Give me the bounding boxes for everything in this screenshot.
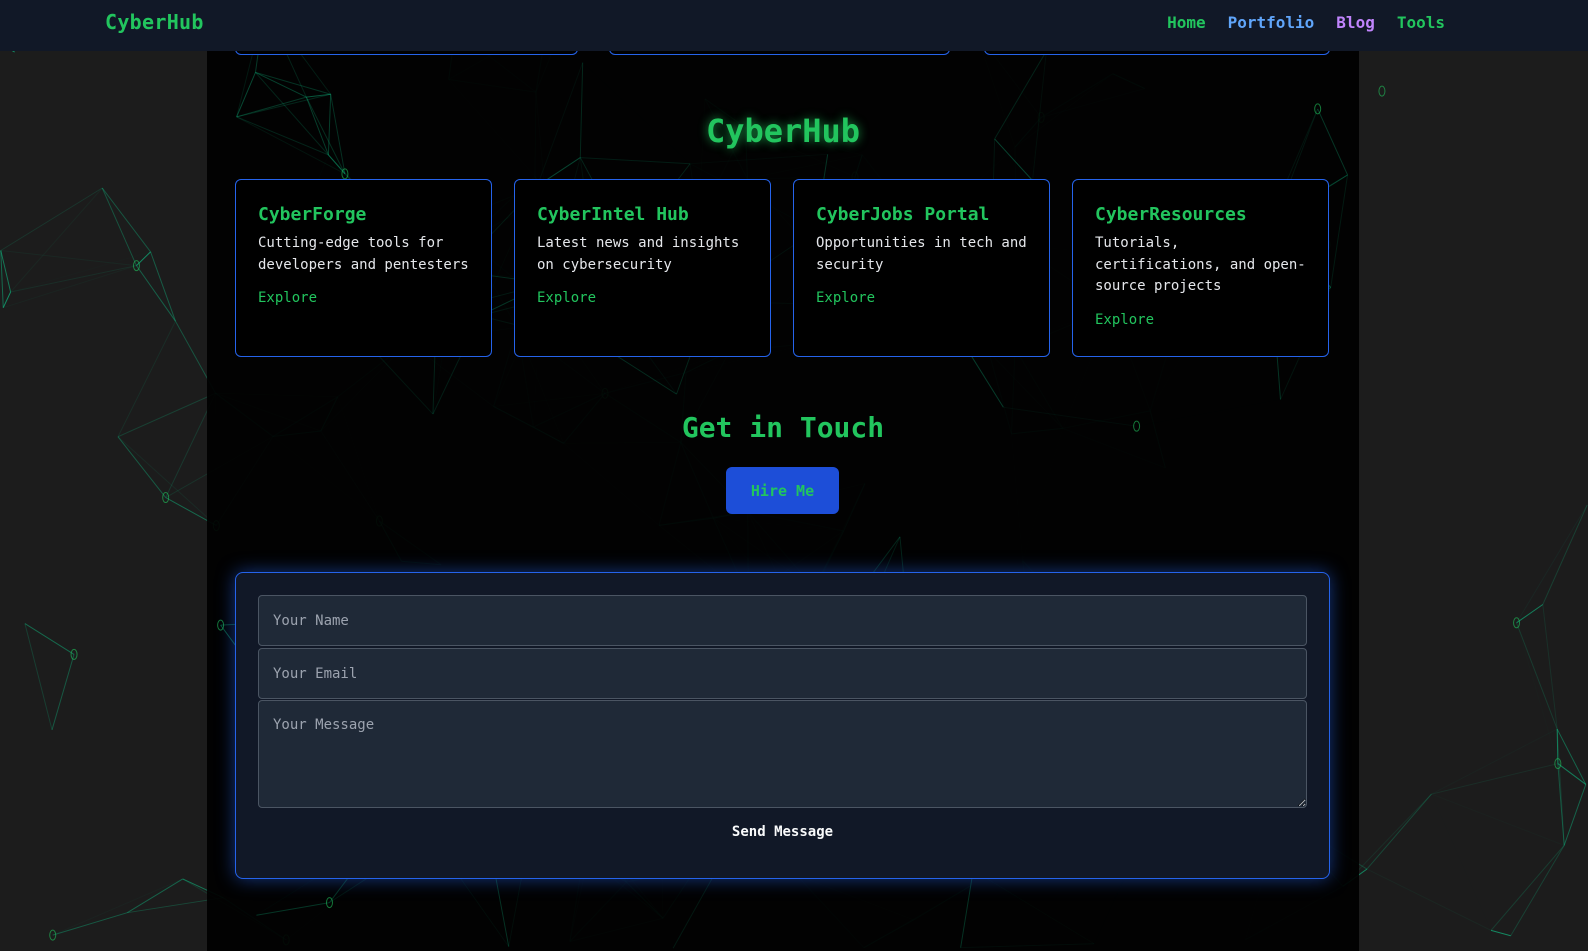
message-textarea[interactable]	[258, 700, 1307, 808]
hub-card-cyberforge: CyberForge Cutting-edge tools for develo…	[235, 179, 492, 357]
email-input[interactable]	[258, 648, 1307, 699]
top-navbar: CyberHub Home Portfolio Blog Tools	[0, 0, 1588, 51]
card-description: Tutorials, certifications, and open-sour…	[1095, 235, 1306, 294]
nav-links: Home Portfolio Blog Tools	[1167, 13, 1445, 32]
hub-card-cyberresources: CyberResources Tutorials, certifications…	[1072, 179, 1329, 357]
explore-link[interactable]: Explore	[1095, 312, 1154, 328]
hub-card-cyberjobs: CyberJobs Portal Opportunities in tech a…	[793, 179, 1050, 357]
card-title: CyberForge	[258, 204, 367, 225]
brand-logo[interactable]: CyberHub	[105, 10, 204, 34]
explore-link[interactable]: Explore	[537, 290, 596, 306]
nav-link-portfolio[interactable]: Portfolio	[1228, 13, 1315, 32]
name-input[interactable]	[258, 595, 1307, 646]
card-title: CyberResources	[1095, 204, 1247, 225]
hire-me-button[interactable]: Hire Me	[726, 467, 839, 514]
contact-title: Get in Touch	[681, 411, 885, 444]
nav-link-home[interactable]: Home	[1167, 13, 1206, 32]
nav-link-tools[interactable]: Tools	[1397, 13, 1445, 32]
page-content: CyberHub CyberForge Cutting-edge tools f…	[207, 0, 1359, 951]
send-message-button[interactable]: Send Message	[236, 824, 1329, 840]
hub-title: CyberHub	[705, 112, 861, 150]
contact-form: Send Message	[235, 572, 1330, 879]
explore-link[interactable]: Explore	[816, 290, 875, 306]
hub-card-cyberintel: CyberIntel Hub Latest news and insights …	[514, 179, 771, 357]
card-description: Latest news and insights on cybersecurit…	[537, 235, 740, 273]
main-column: CyberHub CyberForge Cutting-edge tools f…	[207, 0, 1359, 951]
card-title: CyberIntel Hub	[537, 204, 689, 225]
nav-link-blog[interactable]: Blog	[1336, 13, 1375, 32]
card-description: Opportunities in tech and security	[816, 235, 1027, 273]
card-title: CyberJobs Portal	[816, 204, 990, 225]
card-description: Cutting-edge tools for developers and pe…	[258, 235, 469, 273]
explore-link[interactable]: Explore	[258, 290, 317, 306]
